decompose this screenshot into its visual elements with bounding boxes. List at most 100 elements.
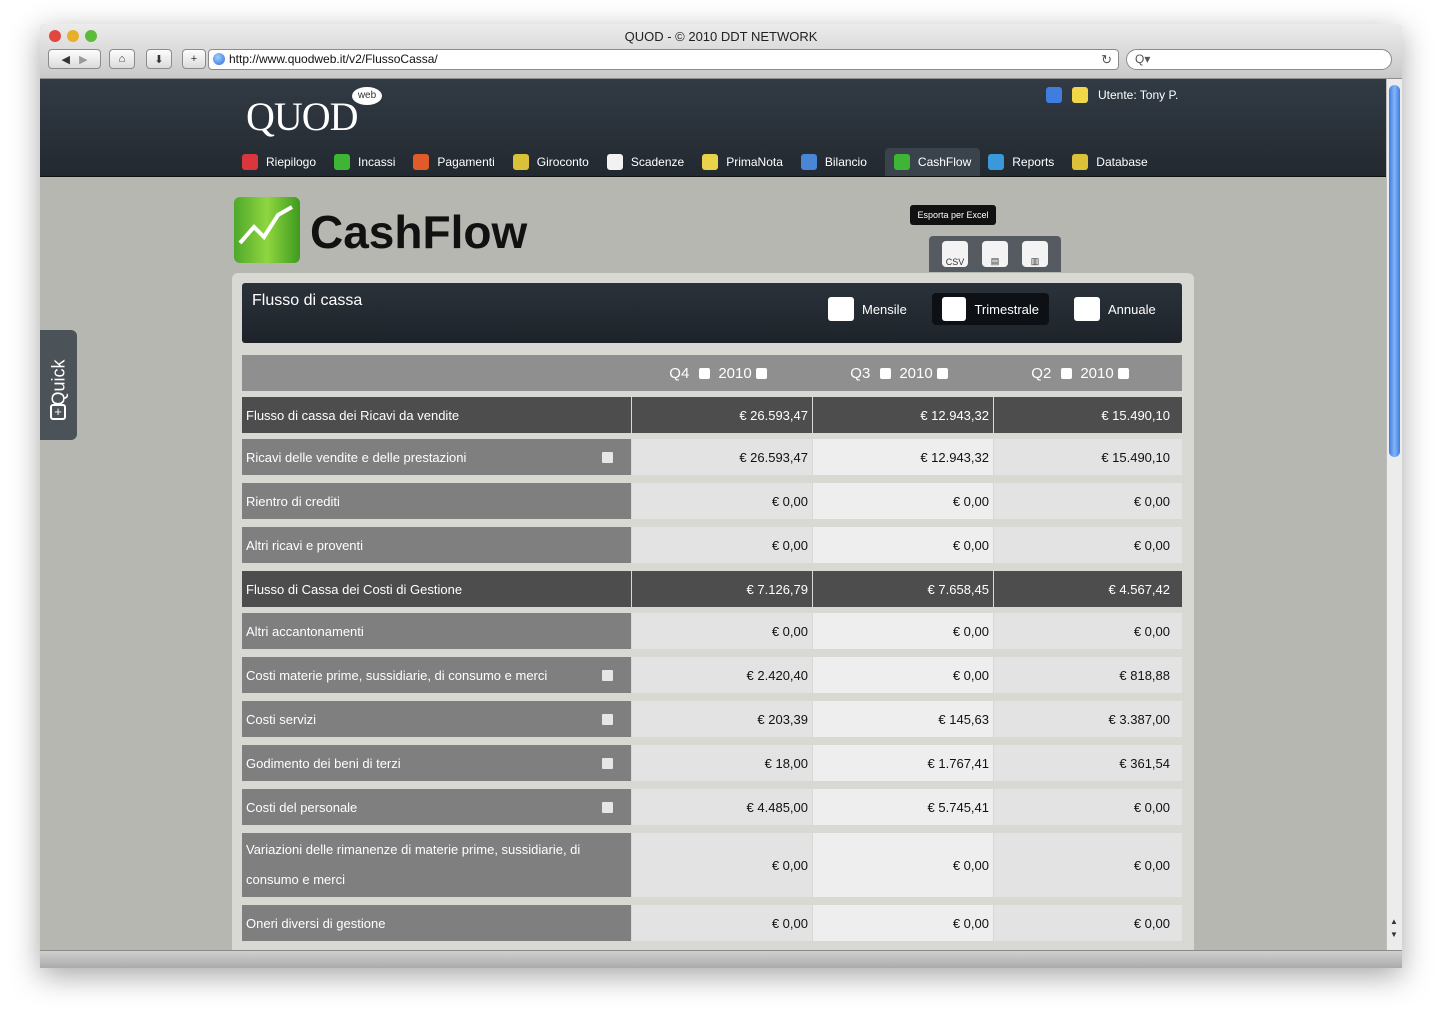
home-button[interactable]: ⌂ [109, 49, 135, 69]
nav-item-cashflow[interactable]: CashFlow [884, 148, 981, 176]
row-label: Variazioni delle rimanenze di materie pr… [242, 833, 631, 897]
scroll-up-icon[interactable]: ▲ [1390, 917, 1398, 926]
nav-item-label: Incassi [358, 155, 396, 169]
row-label: Altri ricavi e proventi [242, 527, 631, 563]
search-icon: Q▾ [1135, 52, 1151, 66]
row-label: Flusso di Cassa dei Costi di Gestione [242, 571, 631, 607]
download-icon: ⬇ [154, 53, 164, 66]
reload-icon[interactable]: ↻ [1101, 50, 1112, 69]
column-q4: Q4 2010 [632, 355, 812, 391]
cell-value: € 12.943,32 [813, 439, 993, 475]
cell-value: € 18,00 [632, 745, 812, 781]
nav-item-label: Riepilogo [266, 155, 317, 169]
cell-value: € 4.567,42 [994, 571, 1182, 607]
scrollbar-thumb[interactable] [1389, 85, 1400, 457]
export-csv-button[interactable]: CSV [942, 241, 968, 267]
back-icon[interactable]: ◀ [61, 53, 69, 66]
row-label: Godimento dei beni di terzi [242, 745, 631, 781]
detail-list-icon[interactable] [602, 757, 613, 769]
nav-item-label: Scadenze [630, 155, 685, 169]
app-header: QUOD web Utente: Tony P. Riepilogo Incass… [40, 79, 1386, 177]
csv-icon: CSV [945, 257, 965, 267]
quarter-select[interactable]: Q3 [850, 365, 870, 382]
table-row: Oneri diversi di gestione € 0,00 € 0,00 € 0… [242, 905, 1182, 941]
cell-value: € 0,00 [813, 527, 993, 563]
period-annuale-button[interactable]: Annuale [1064, 293, 1166, 325]
page-scrollbar[interactable]: ▲ ▼ [1386, 79, 1402, 950]
address-bar[interactable]: http://www.quodweb.it/v2/FlussoCassa/ ↻ [208, 49, 1119, 70]
lock-icon[interactable] [1046, 87, 1062, 103]
cell-value: € 15.490,10 [994, 397, 1182, 433]
detail-list-icon[interactable] [602, 713, 613, 725]
plus-icon: + [190, 53, 198, 65]
nav-item-scadenze[interactable]: Scadenze [606, 148, 694, 176]
cell-value: € 0,00 [994, 483, 1182, 519]
nav-item-giroconto[interactable]: Giroconto [512, 148, 599, 176]
export-pdf-button[interactable]: ▥ [1022, 241, 1048, 267]
page-title: CashFlow [310, 206, 528, 258]
nav-item-label: Pagamenti [437, 155, 495, 169]
row-label: Ricavi delle vendite e delle prestazioni [242, 439, 631, 475]
cell-value: € 203,39 [632, 701, 812, 737]
primanota-icon [702, 154, 719, 170]
dropdown-icon[interactable] [755, 367, 767, 379]
year-select[interactable]: 2010 [899, 365, 932, 382]
quod-logo[interactable]: QUOD [246, 93, 359, 140]
cell-value: € 0,00 [994, 905, 1182, 941]
user-info: Utente: Tony P. [1046, 87, 1178, 103]
quarter-select[interactable]: Q2 [1031, 365, 1051, 382]
export-toolbar: CSV ▤ ▥ [929, 236, 1061, 272]
bilancio-icon [800, 154, 817, 170]
cell-value: € 0,00 [994, 613, 1182, 649]
nav-item-riepilogo[interactable]: Riepilogo [242, 148, 326, 176]
detail-list-icon[interactable] [602, 669, 613, 681]
detail-list-icon[interactable] [602, 451, 613, 463]
cell-value: € 0,00 [632, 833, 812, 897]
detail-list-icon[interactable] [602, 801, 613, 813]
row-label: Oneri diversi di gestione [242, 905, 631, 941]
period-label: Annuale [1108, 301, 1156, 317]
dropdown-icon[interactable] [699, 367, 711, 379]
cell-value: € 0,00 [813, 483, 993, 519]
year-select[interactable]: 2010 [1080, 365, 1113, 382]
document-icon: ▥ [1030, 256, 1040, 266]
back-forward-buttons[interactable]: ◀ ▶ [48, 49, 101, 69]
period-trimestrale-button[interactable]: Trimestrale [932, 293, 1049, 325]
cell-value: € 2.420,40 [632, 657, 812, 693]
period-mensile-button[interactable]: Mensile [818, 293, 917, 325]
calendar-month-icon [828, 297, 854, 321]
quarter-select[interactable]: Q4 [669, 365, 689, 382]
add-bookmark-button[interactable]: + [182, 49, 206, 69]
nav-item-reports[interactable]: Reports [988, 148, 1064, 176]
period-label: Trimestrale [974, 301, 1039, 317]
nav-item-primanota[interactable]: PrimaNota [702, 148, 793, 176]
search-field[interactable]: Q▾ [1126, 49, 1392, 70]
year-select[interactable]: 2010 [718, 365, 751, 382]
scroll-down-icon[interactable]: ▼ [1390, 930, 1398, 939]
nav-item-label: CashFlow [917, 155, 972, 169]
cell-value: € 361,54 [994, 745, 1182, 781]
dropdown-icon[interactable] [1061, 367, 1073, 379]
print-button[interactable]: ▤ [982, 241, 1008, 267]
table-row: Altri accantonamenti € 0,00 € 0,00 € 0,00 [242, 613, 1182, 649]
nav-item-database[interactable]: Database [1072, 148, 1157, 176]
column-q2: Q2 2010 [994, 355, 1174, 391]
dropdown-icon[interactable] [1117, 367, 1129, 379]
cell-value: € 0,00 [632, 905, 812, 941]
forward-icon[interactable]: ▶ [79, 53, 87, 66]
nav-item-incassi[interactable]: Incassi [334, 148, 405, 176]
cell-value: € 15.490,10 [994, 439, 1182, 475]
home-icon: ⌂ [118, 53, 126, 65]
cashflow-icon [893, 154, 910, 170]
nav-item-bilancio[interactable]: Bilancio [800, 148, 877, 176]
dropdown-icon[interactable] [936, 367, 948, 379]
globe-icon [213, 53, 225, 65]
dropdown-icon[interactable] [880, 367, 892, 379]
quick-panel-tab[interactable]: Quick + [40, 330, 77, 440]
nav-item-label: Bilancio [824, 155, 867, 169]
nav-item-pagamenti[interactable]: Pagamenti [413, 148, 504, 176]
column-q3: Q3 2010 [813, 355, 993, 391]
downloads-button[interactable]: ⬇ [146, 49, 172, 69]
nav-item-label: Database [1096, 155, 1148, 169]
table-row: Costi del personale € 4.485,00 € 5.745,41 €… [242, 789, 1182, 825]
